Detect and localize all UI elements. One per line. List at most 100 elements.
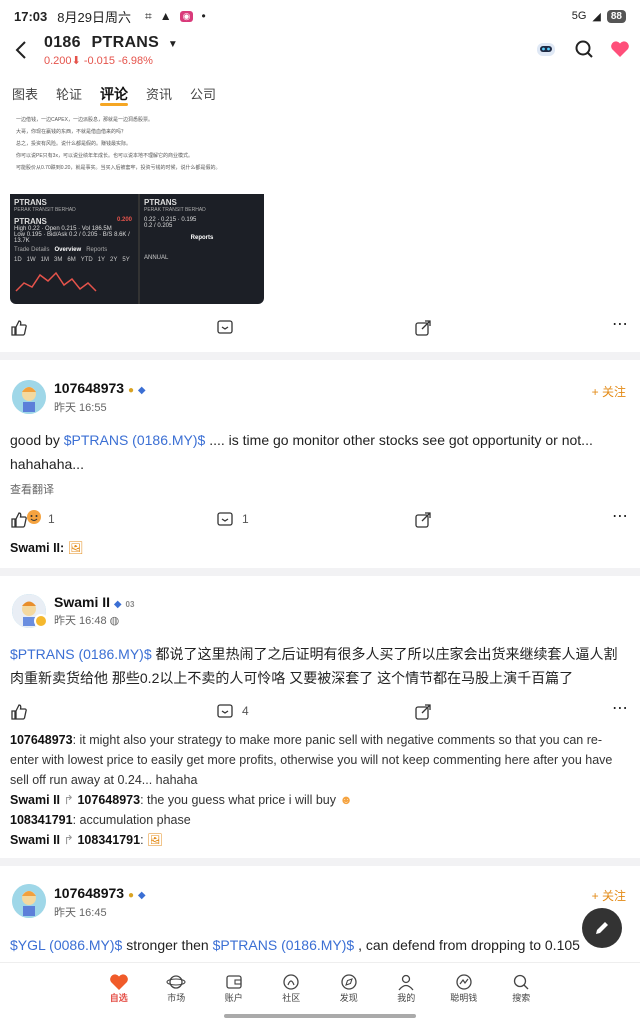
search-icon (514, 974, 529, 990)
stock-change-pct: -6.98% (118, 55, 153, 67)
reaction-emoji-icon: ☻ (339, 793, 353, 807)
stock-quote: 0.200⬇ -0.015 -6.98% (44, 54, 153, 67)
post-username[interactable]: 107648973 ● ◆ (54, 885, 146, 901)
screenshot-left: PTRANS PERAK TRANSIT BERHAD PTRANS 0.200… (10, 194, 136, 304)
person-icon (398, 974, 414, 991)
reply-item[interactable]: Swami II ↱ 108341791: 🖼 (10, 830, 630, 850)
reply-arrow-icon: ↱ (63, 793, 74, 807)
post-body: $PTRANS (0186.MY)$ 都说了这里热闹了之后证明有很多人买了所以庄… (10, 646, 618, 686)
nav-smart-money[interactable]: 聪明钱 (435, 963, 493, 1024)
globe-icon: ◍ (109, 615, 120, 627)
back-button[interactable] (8, 36, 36, 64)
share-icon[interactable] (414, 511, 432, 534)
post-actions: ⋯ (0, 316, 640, 342)
period-option: 5Y (122, 257, 130, 263)
tab-comments[interactable]: 评论 (100, 84, 129, 106)
compass-icon (341, 974, 357, 990)
reply-item[interactable]: Swami II ↱ 107648973: the you guess what… (10, 790, 630, 810)
tab-news[interactable]: 资讯 (146, 84, 172, 104)
scan-icon: ⌗ (144, 8, 152, 23)
follow-button[interactable]: + 关注 (592, 383, 626, 400)
stock-title[interactable]: 0186 PTRANS ▼ (44, 34, 178, 52)
like-count: 1 (48, 512, 55, 526)
image-icon: 🖼 (67, 541, 84, 555)
stock-mention-link[interactable]: $PTRANS (0186.MY)$ (64, 432, 206, 448)
planet-icon (166, 975, 186, 989)
warning-icon: ▲ (159, 9, 172, 23)
caret-down-icon: ▼ (167, 39, 179, 50)
app-notification-icon: ◉ (179, 10, 194, 22)
mini-chart (15, 271, 97, 292)
status-date: 8月29日周六 (57, 9, 131, 25)
comment-icon[interactable] (216, 511, 234, 534)
verified-badge-icon: ● (127, 385, 135, 396)
reply-item[interactable]: 108341791: accumulation phase (10, 810, 630, 830)
stock-mention-link[interactable]: $PTRANS (0186.MY)$ (10, 646, 152, 662)
period-option: 3M (54, 257, 63, 263)
nav-watchlist[interactable]: 自选 (90, 963, 148, 1024)
post-username[interactable]: 107648973 ● ◆ (54, 380, 146, 396)
nav-search[interactable]: 搜索 (493, 963, 551, 1024)
more-icon[interactable]: ⋯ (612, 506, 628, 526)
down-arrow-icon: ⬇ (71, 55, 81, 67)
more-icon[interactable]: ⋯ (612, 314, 628, 334)
reply-arrow-icon: ↱ (63, 833, 74, 847)
pencil-icon (596, 922, 608, 934)
post-time: 昨天 16:45 (54, 907, 107, 919)
period-row: 1D 1W 1M 3M 6M YTD 1Y 2Y 5Y (14, 257, 132, 263)
search-icon[interactable] (574, 39, 594, 64)
stock-mention-link[interactable]: $PTRANS (0186.MY)$ (213, 937, 355, 953)
nav-market[interactable]: 市场 (148, 963, 206, 1024)
vip-badge-icon (34, 614, 48, 628)
compose-button[interactable] (582, 908, 622, 948)
screenshot-panels: PTRANS PERAK TRANSIT BERHAD PTRANS 0.200… (10, 194, 264, 304)
like-icon[interactable] (10, 319, 28, 342)
home-indicator[interactable] (224, 1014, 416, 1018)
reply-item[interactable]: 107648973: it might also your strategy t… (10, 730, 630, 790)
verified-badge-icon: ● (127, 890, 135, 901)
status-bar: 17:03 8月29日周六 ⌗ ▲ ◉ • 5G ◢ 88 (0, 0, 640, 32)
level-badge-icon: ◆ (137, 890, 146, 901)
translate-link[interactable]: 查看翻译 (10, 481, 54, 497)
tab-company[interactable]: 公司 (190, 84, 216, 104)
tab-warrants[interactable]: 轮证 (56, 84, 82, 104)
comment-icon[interactable] (216, 703, 234, 726)
level-badge-icon: ◆ (137, 385, 146, 396)
post-image[interactable]: 一边借钱，一边CAPEX，一边派股息，那就是一边洞悉股票。 大哥，你现在赢钱的东… (10, 112, 264, 304)
community-icon (283, 974, 299, 990)
period-option: 6M (67, 257, 76, 263)
post-username[interactable]: Swami II ◆ 03 (54, 594, 134, 610)
avatar[interactable] (12, 380, 46, 414)
dot-icon: • (201, 9, 206, 23)
comment-icon[interactable] (216, 319, 234, 342)
stock-price: 0.200 (44, 55, 72, 67)
wallet-icon (226, 975, 242, 989)
share-icon[interactable] (414, 703, 432, 726)
reply-preview[interactable]: Swami II: 🖼 (10, 538, 630, 558)
divider (0, 568, 640, 576)
comment-count: 4 (242, 704, 249, 718)
reaction-emoji-icon (26, 509, 42, 530)
stock-mention-link[interactable]: $YGL (0086.MY)$ (10, 937, 122, 953)
comment-count: 1 (242, 512, 249, 526)
post-body: good by $PTRANS (0186.MY)$ .... is time … (10, 432, 593, 472)
like-icon[interactable] (10, 703, 28, 726)
wifi-icon: ◢ (592, 10, 601, 23)
tab-chart[interactable]: 图表 (12, 84, 38, 104)
period-option: 2Y (110, 257, 118, 263)
share-icon[interactable] (414, 319, 432, 342)
follow-button[interactable]: + 关注 (592, 887, 626, 904)
screenshot-right: PTRANS PERAK TRANSIT BERHAD 0.22 · 0.215… (138, 194, 264, 304)
post-time: 昨天 16:55 (54, 402, 107, 414)
tab-bar: 图表 轮证 评论 资讯 公司 (12, 84, 216, 106)
stock-change: -0.015 (83, 55, 116, 67)
signal-icon: 5G (571, 10, 587, 22)
period-option: YTD (80, 257, 93, 263)
favorite-heart-icon[interactable] (610, 40, 630, 63)
stock-name: PTRANS (91, 34, 160, 51)
more-icon[interactable]: ⋯ (612, 698, 628, 718)
robot-assistant-icon[interactable] (534, 38, 558, 65)
period-option: 1M (40, 257, 50, 263)
avatar[interactable] (12, 884, 46, 918)
status-time: 17:03 (14, 8, 48, 24)
